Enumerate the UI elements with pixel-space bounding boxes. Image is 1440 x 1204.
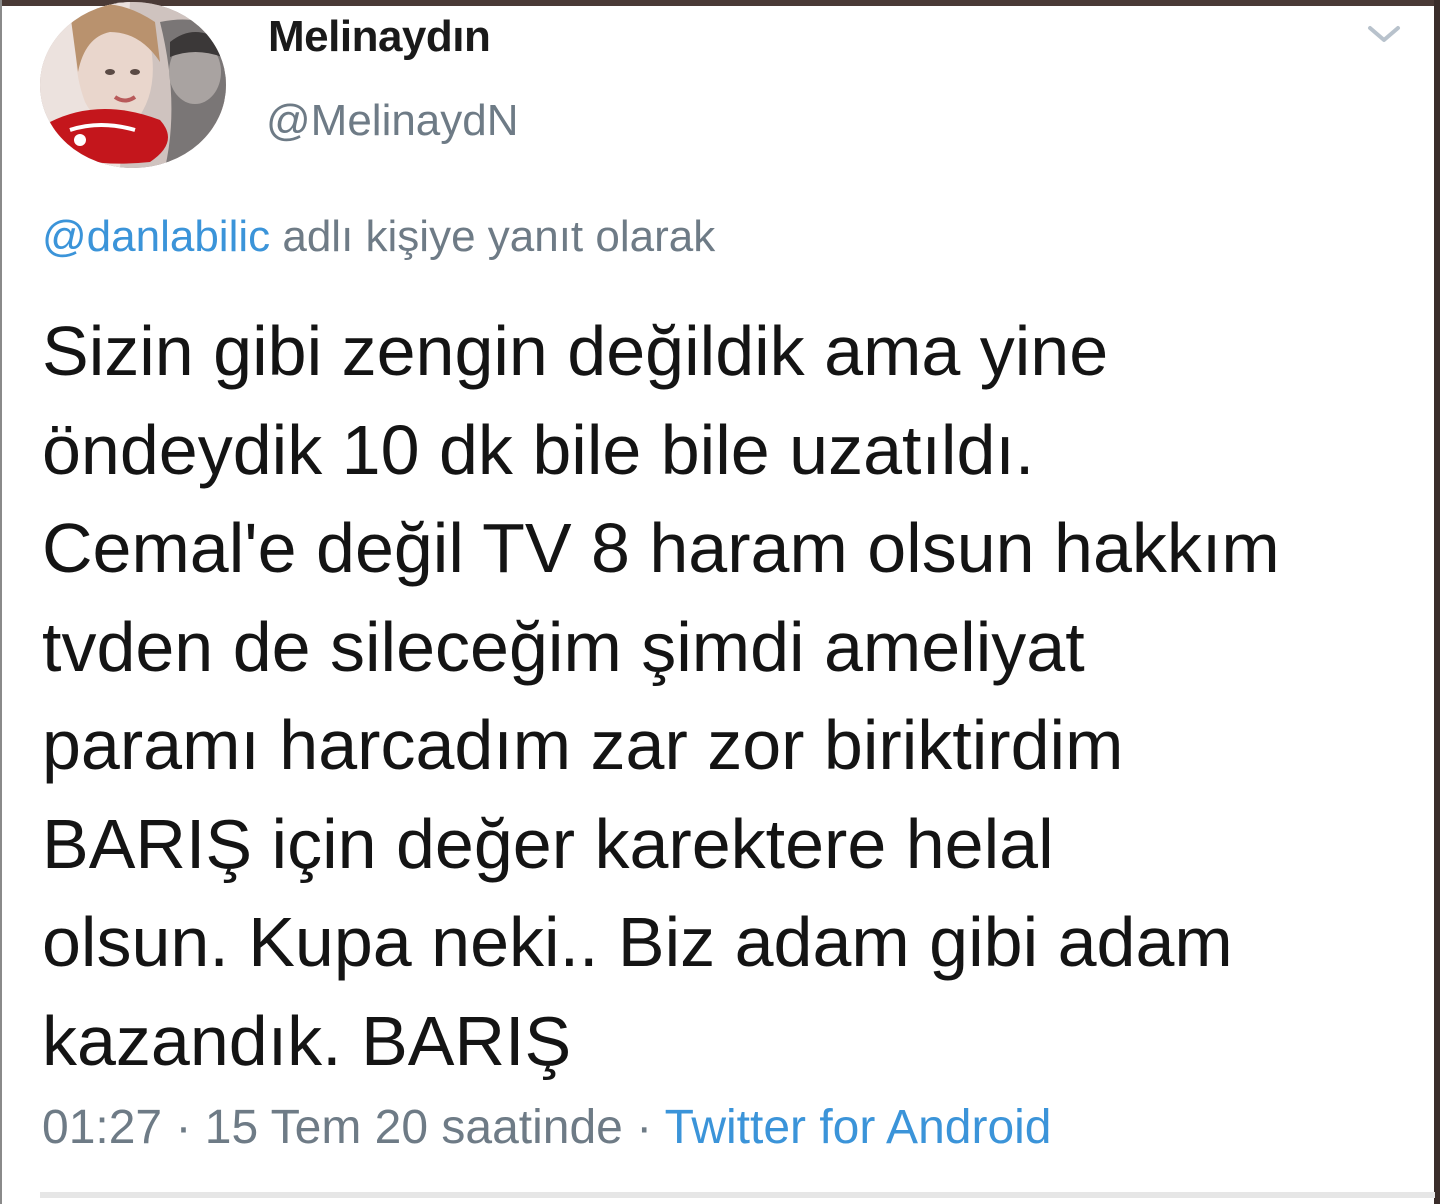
avatar[interactable] — [40, 2, 226, 168]
meta-separator: · — [622, 1101, 665, 1154]
user-handle[interactable]: @MelinaydN — [266, 96, 519, 146]
tweet-meta: 01:27 · 15 Tem 20 saatinde · Twitter for… — [42, 1100, 1052, 1155]
divider — [40, 1192, 1435, 1198]
reply-mention-link[interactable]: @danlabilic — [42, 212, 270, 261]
tweet-date[interactable]: 15 Tem 20 saatinde — [205, 1101, 623, 1154]
reply-context: @danlabilic adlı kişiye yanıt olarak — [42, 212, 715, 262]
tweet-time[interactable]: 01:27 — [42, 1101, 162, 1154]
tweet-source-link[interactable]: Twitter for Android — [665, 1101, 1052, 1154]
right-frame-border — [1434, 0, 1440, 1204]
reply-context-text: adlı kişiye yanıt olarak — [270, 212, 716, 261]
chevron-down-icon[interactable] — [1364, 20, 1404, 48]
display-name[interactable]: Melinaydın — [268, 12, 491, 62]
meta-separator: · — [162, 1101, 205, 1154]
top-frame-border — [0, 0, 1440, 6]
tweet-text: Sizin gibi zengin değildik ama yine önde… — [42, 312, 1280, 1080]
left-frame-border — [0, 0, 2, 1204]
